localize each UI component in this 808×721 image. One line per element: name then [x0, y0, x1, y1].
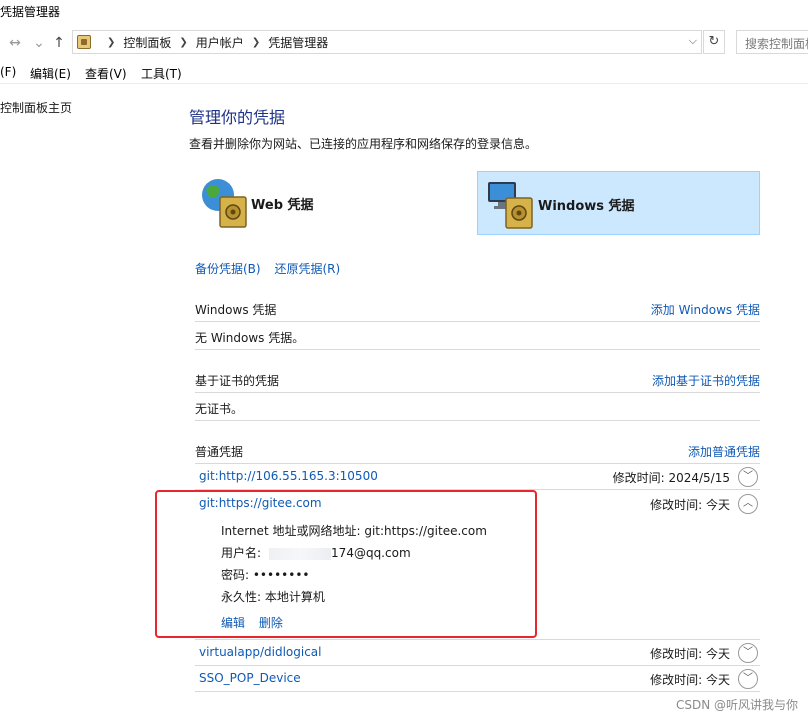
forward-arrow-icon[interactable]: →	[6, 32, 24, 54]
menu-file[interactable]: (F)	[0, 65, 16, 79]
windows-credentials-label: Windows 凭据	[538, 199, 635, 214]
windows-credentials-tile[interactable]: Windows 凭据	[477, 171, 760, 235]
expand-chevron-icon[interactable]: ﹀	[738, 643, 758, 663]
restore-credentials-link[interactable]: 还原凭据(R)	[274, 262, 340, 276]
credential-row[interactable]: virtualapp/didlogical 修改时间: 今天 ﹀	[195, 640, 760, 666]
credential-name[interactable]: git:http://106.55.165.3:10500	[199, 469, 378, 483]
section-heading: Windows 凭据	[195, 303, 277, 317]
menu-view[interactable]: 查看(V)	[85, 65, 127, 82]
backup-restore-links: 备份凭据(B) 还原凭据(R)	[195, 260, 350, 277]
credential-row[interactable]: git:http://106.55.165.3:10500 修改时间: 2024…	[195, 464, 760, 490]
modified-time: 修改时间: 2024/5/15	[612, 471, 730, 485]
cert-credentials-empty: 无证书。	[195, 399, 760, 421]
modified-time: 修改时间: 今天	[650, 673, 730, 687]
chevron-right-icon[interactable]: ❯	[252, 37, 260, 48]
refresh-button[interactable]: ↻	[703, 30, 725, 54]
section-heading: 普通凭据	[195, 445, 244, 459]
breadcrumb-user-accounts[interactable]: 用户帐户	[196, 34, 244, 51]
windows-credentials-header: Windows 凭据 添加 Windows 凭据	[195, 300, 760, 322]
empty-message: 无证书。	[195, 402, 244, 416]
search-input[interactable]: 搜索控制面板	[736, 30, 808, 54]
backup-credentials-link[interactable]: 备份凭据(B)	[195, 262, 261, 276]
add-windows-credential-link[interactable]: 添加 Windows 凭据	[651, 301, 760, 318]
expand-chevron-icon[interactable]: ﹀	[738, 467, 758, 487]
address-bar[interactable]: ❯ 控制面板 ❯ 用户帐户 ❯ 凭据管理器 ⌵	[72, 30, 702, 54]
credential-row[interactable]: SSO_POP_Device 修改时间: 今天 ﹀	[195, 666, 760, 692]
up-arrow-icon[interactable]: ↑	[50, 32, 68, 54]
modified-time: 修改时间: 今天	[650, 647, 730, 661]
breadcrumb: ❯ 控制面板 ❯ 用户帐户 ❯ 凭据管理器	[99, 34, 328, 51]
cert-credentials-header: 基于证书的凭据 添加基于证书的凭据	[195, 371, 760, 393]
section-heading: 基于证书的凭据	[195, 374, 280, 388]
web-credentials-tile[interactable]: Web 凭据	[196, 171, 466, 235]
window-title: 凭据管理器	[0, 5, 61, 19]
title-bar: 凭据管理器	[0, 0, 808, 24]
red-highlight-box	[155, 490, 537, 638]
page-title: 管理你的凭据	[189, 108, 286, 127]
credential-name[interactable]: SSO_POP_Device	[199, 671, 301, 685]
page-description: 查看并删除你为网站、已连接的应用程序和网络保存的登录信息。	[189, 137, 538, 151]
credential-name[interactable]: virtualapp/didlogical	[199, 645, 321, 659]
windows-credentials-icon	[488, 182, 533, 229]
windows-credentials-empty: 无 Windows 凭据。	[195, 328, 760, 350]
breadcrumb-credential-manager[interactable]: 凭据管理器	[268, 34, 328, 51]
menu-edit[interactable]: 编辑(E)	[30, 65, 71, 82]
add-generic-credential-link[interactable]: 添加普通凭据	[688, 443, 760, 460]
chevron-right-icon: ❯	[107, 37, 116, 48]
modified-time: 修改时间: 今天	[650, 498, 730, 512]
generic-credentials-header: 普通凭据 添加普通凭据	[195, 442, 760, 464]
empty-message: 无 Windows 凭据。	[195, 331, 305, 345]
recent-locations-icon[interactable]: ⌄	[30, 32, 48, 54]
expand-chevron-icon[interactable]: ﹀	[738, 669, 758, 689]
chevron-down-icon[interactable]: ⌵	[689, 34, 697, 48]
web-credentials-icon	[202, 179, 247, 228]
add-cert-credential-link[interactable]: 添加基于证书的凭据	[652, 372, 760, 389]
watermark: CSDN @听风讲我与你	[675, 698, 798, 712]
sidebar-control-panel-home[interactable]: 控制面板主页	[0, 99, 72, 116]
collapse-chevron-icon[interactable]: ︿	[738, 494, 758, 514]
chevron-right-icon[interactable]: ❯	[179, 37, 187, 48]
web-credentials-label: Web 凭据	[251, 198, 314, 213]
menu-bar: (F) 编辑(E) 查看(V) 工具(T)	[0, 62, 808, 84]
control-panel-icon	[77, 35, 91, 49]
menu-tools[interactable]: 工具(T)	[141, 65, 182, 82]
breadcrumb-control-panel[interactable]: 控制面板	[123, 34, 171, 51]
navigation-bar: ← → ⌄ ↑ ❯ 控制面板 ❯ 用户帐户 ❯ 凭据管理器 ⌵ ↻ 搜索控制面板	[0, 28, 808, 58]
